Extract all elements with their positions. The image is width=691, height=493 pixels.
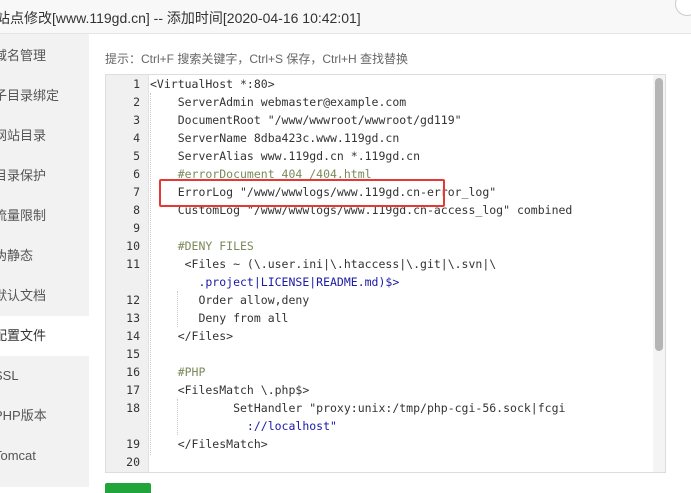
close-icon[interactable]: [675, 0, 691, 16]
sidebar-item-tomcat[interactable]: Tomcat: [0, 436, 89, 476]
window-title: 站点修改[www.119gd.cn] -- 添加时间[2020-04-16 10…: [0, 10, 361, 26]
sidebar-item-rewrite[interactable]: 伪静态: [0, 236, 89, 276]
code-line: 9: [133, 221, 140, 235]
code-editor[interactable]: 1 <VirtualHost *:80> 2 ServerAdmin webmas…: [105, 74, 666, 473]
code-line: 12 Order allow,deny: [126, 293, 310, 307]
code-line: 2 ServerAdmin webmaster@example.com: [133, 95, 407, 109]
code-line: .project|LICENSE|README.md)$>: [150, 275, 400, 289]
scrollbar-thumb[interactable]: [655, 78, 663, 351]
window-titlebar: 站点修改[www.119gd.cn] -- 添加时间[2020-04-16 10…: [0, 0, 691, 34]
code-line: 1 <VirtualHost *:80>: [133, 77, 275, 91]
code-line: 4 ServerName 8dba423c.www.119gd.cn: [133, 131, 400, 145]
sidebar-item-ssl[interactable]: SSL: [0, 356, 89, 396]
sidebar-item-site-dir[interactable]: 网站目录: [0, 116, 89, 156]
sidebar-item-subdir[interactable]: 子目录绑定: [0, 76, 89, 116]
code-line: 18 SetHandler "proxy:unix:/tmp/php-cgi-5…: [126, 401, 566, 415]
sidebar-item-dir-protect[interactable]: 目录保护: [0, 156, 89, 196]
save-button[interactable]: [105, 483, 151, 493]
sidebar-item-default-doc[interactable]: 默认文档: [0, 276, 89, 316]
code-line: 20: [126, 455, 140, 469]
code-line: 3 DocumentRoot "/www/wwwroot/wwwroot/gd1…: [133, 113, 462, 127]
sidebar-item-config[interactable]: 配置文件: [0, 316, 89, 356]
code-line: 16 #PHP: [126, 365, 206, 379]
sidebar-item-traffic-limit[interactable]: 流量限制: [0, 196, 89, 236]
main-content: 提示：Ctrl+F 搜索关键字，Ctrl+S 保存，Ctrl+H 查找替换 1 <…: [89, 34, 691, 493]
sidebar-item-domain[interactable]: 域名管理: [0, 36, 89, 76]
editor-scrollbar[interactable]: [653, 75, 665, 472]
code-line: 5 ServerAlias www.119gd.cn *.119gd.cn: [133, 149, 421, 163]
sidebar-item-php-version[interactable]: PHP版本: [0, 396, 89, 436]
code-line: 14 </Files>: [126, 329, 234, 343]
server-alias-highlight: [159, 179, 445, 207]
code-line: ://localhost": [150, 419, 337, 433]
code-line: 13 Deny from all: [126, 311, 289, 325]
code-line: 17 <FilesMatch \.php$>: [126, 383, 310, 397]
sidebar: 域名管理 子目录绑定 网站目录 目录保护 流量限制 伪静态 默认文档 配置文件 …: [0, 34, 89, 487]
code-line: 15: [126, 347, 140, 361]
code-line: 19 </FilesMatch>: [126, 437, 268, 451]
code-line: 11 <Files ~ (\.user.ini|\.htaccess|\.git…: [126, 257, 497, 271]
code-line: 10 #DENY FILES: [126, 239, 254, 253]
shortcut-tips: 提示：Ctrl+F 搜索关键字，Ctrl+S 保存，Ctrl+H 查找替换: [105, 52, 409, 66]
